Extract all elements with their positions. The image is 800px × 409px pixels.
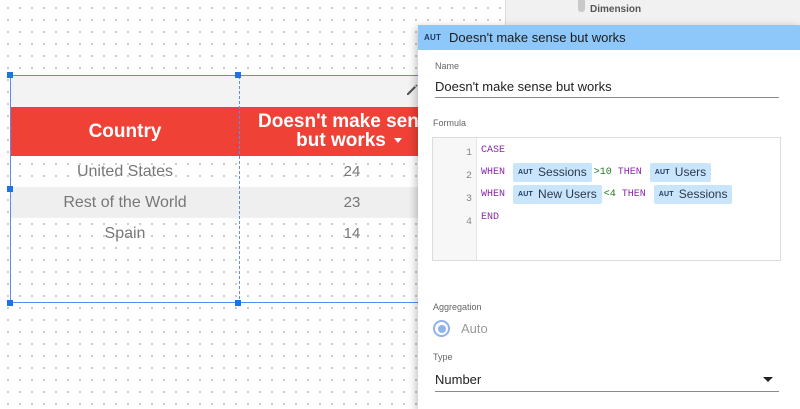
formula-line: END — [481, 207, 499, 227]
line-number: 1 — [465, 148, 472, 159]
condition: >10 — [593, 166, 612, 178]
line-number: 4 — [465, 217, 472, 228]
sort-descending-icon[interactable] — [393, 138, 402, 144]
header-country[interactable]: Country — [11, 107, 239, 156]
dropdown-arrow-icon — [763, 377, 773, 382]
table-row: Spain 14 — [11, 218, 449, 249]
keyword-when: WHEN — [481, 188, 506, 200]
line-number: 3 — [465, 194, 472, 205]
table-chart[interactable]: Country Doesn't make sense but works Uni… — [10, 75, 450, 304]
chip-label: New Users — [538, 187, 597, 201]
cell-country: Rest of the World — [63, 193, 187, 211]
keyword-then: THEN — [617, 166, 642, 178]
formula-line: WHEN AUT Sessions >10 THEN AUT Users — [481, 162, 713, 182]
chip-label: Sessions — [538, 165, 587, 179]
cell-country: United States — [76, 162, 174, 180]
condition: <4 — [603, 188, 616, 200]
scrollbar-thumb[interactable] — [578, 0, 585, 12]
cell-country: Spain — [104, 224, 146, 242]
field-chip-users[interactable]: AUT Users — [649, 162, 712, 182]
header-calculated-field-line1: Doesn't make sense — [258, 111, 440, 132]
field-chip-sessions[interactable]: AUT Sessions — [513, 162, 592, 182]
type-select[interactable]: Number — [435, 368, 779, 392]
field-chip-sessions[interactable]: AUT Sessions — [653, 184, 733, 204]
table-row: United States 24 — [11, 156, 449, 187]
formula-line: WHEN AUT New Users <4 THEN AUT Sessions — [481, 184, 734, 204]
resize-handle-top-left[interactable] — [7, 72, 13, 78]
resize-handle-bottom-middle[interactable] — [235, 300, 241, 306]
aggregation-value: Auto — [461, 321, 488, 336]
field-name-input[interactable] — [435, 75, 779, 98]
field-type-badge: AUT — [518, 168, 534, 176]
resize-handle-top-middle[interactable] — [235, 72, 241, 78]
formula-label: Formula — [433, 118, 467, 128]
field-type-badge: AUT — [424, 33, 442, 42]
formula-line: CASE — [481, 140, 505, 160]
name-label: Name — [435, 61, 460, 71]
aggregation-label: Aggregation — [433, 302, 482, 312]
field-type-badge: AUT — [518, 190, 534, 198]
resize-handle-middle-left[interactable] — [7, 186, 13, 192]
calculated-field-editor: AUT Doesn't make sense but works Name Fo… — [418, 25, 800, 409]
table-header: Country Doesn't make sense but works — [11, 107, 449, 156]
column-selection-divider — [239, 76, 240, 304]
editor-title: Doesn't make sense but works — [449, 30, 626, 45]
table-row: Rest of the World 23 — [11, 187, 449, 218]
dimension-section-label: Dimension — [590, 4, 642, 15]
pencil-icon[interactable] — [405, 83, 419, 97]
line-number-gutter: 1 2 3 4 — [433, 138, 477, 260]
editor-title-bar: AUT Doesn't make sense but works — [418, 25, 800, 50]
type-label: Type — [433, 352, 453, 362]
keyword-when: WHEN — [481, 166, 506, 178]
type-value: Number — [435, 372, 482, 387]
field-chip-new-users[interactable]: AUT New Users — [513, 184, 602, 204]
keyword-case: CASE — [481, 144, 506, 156]
resize-handle-bottom-left[interactable] — [7, 300, 13, 306]
field-type-badge: AUT — [658, 190, 674, 198]
line-number: 2 — [465, 171, 472, 182]
chip-label: Users — [674, 165, 707, 179]
chart-toolbar — [11, 76, 449, 107]
keyword-end: END — [481, 211, 500, 223]
field-type-badge: AUT — [654, 168, 670, 176]
header-calculated-field-line2: but works — [296, 130, 386, 151]
aggregation-radio[interactable] — [433, 320, 450, 337]
formula-editor[interactable]: 1 2 3 4 CASE WHEN AUT Sessions >10 THEN A… — [432, 137, 781, 261]
chip-label: Sessions — [678, 187, 728, 201]
keyword-then: THEN — [621, 188, 646, 200]
